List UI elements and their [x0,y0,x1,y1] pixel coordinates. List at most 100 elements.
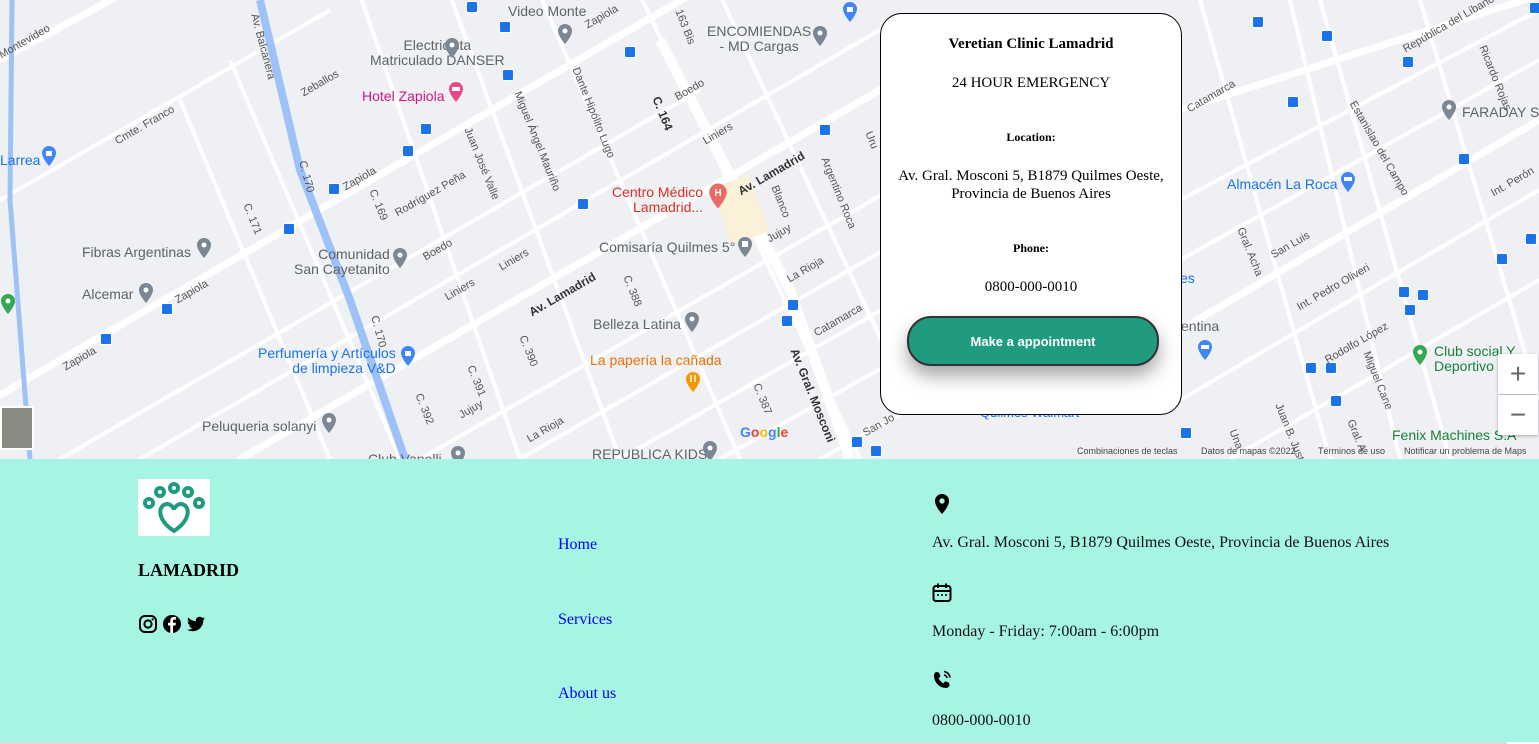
poi-paperia[interactable]: La papería la cañada [590,353,722,368]
bus-stop-icon[interactable] [100,333,112,345]
restaurant-pin-icon[interactable] [685,372,701,392]
poi-almacen-la-roca[interactable]: Almacén La Roca [1227,177,1338,192]
poi-republica-kids[interactable]: REPUBLICA KIDS [592,447,707,460]
bus-stop-icon[interactable] [1321,30,1333,42]
hotel-pin-icon[interactable] [448,82,464,102]
map-pin-icon[interactable] [812,26,828,46]
brand-name: LAMADRID [138,560,239,580]
poi-club-vanelli[interactable]: Club Vanelli [368,452,442,460]
site-footer: LAMADRID Home Services About us Av. Gral… [0,459,1539,742]
poi-centro-medico[interactable]: Centro Médico Lamadrid... [612,185,703,215]
poi-label: Almacén La Roca [1227,176,1338,192]
calendar-icon [932,583,952,602]
google-logo-letter: g [768,424,777,440]
park-pin-icon[interactable] [0,294,16,314]
satellite-layer-thumbnail[interactable] [0,406,34,450]
poi-label: La papería la cañada [590,352,722,368]
footer-phone: 0800-000-0010 [932,712,1031,729]
map-pin-icon[interactable] [702,441,718,459]
google-map[interactable]: Electricista Matriculado DANSER Video Mo… [0,0,1539,459]
bus-stop-icon[interactable] [1458,153,1470,165]
make-appointment-button[interactable]: Make a appointment [907,316,1159,366]
map-pin-icon[interactable] [1441,100,1457,120]
bus-stop-icon[interactable] [1398,286,1410,298]
bus-stop-icon[interactable] [1525,233,1537,245]
nav-home-link[interactable]: Home [558,536,597,554]
map-pin-icon[interactable] [392,248,408,268]
terms-link[interactable]: Términos de uso [1318,446,1385,456]
bus-stop-icon[interactable] [420,123,432,135]
poi-label: Comisaría Quilmes 5° [599,239,736,255]
map-pin-icon[interactable] [138,283,154,303]
shopping-pin-icon[interactable] [842,2,858,22]
bus-stop-icon[interactable] [1417,289,1429,301]
bus-stop-icon[interactable] [1305,362,1317,374]
shopping-cart-pin-icon[interactable] [1197,340,1213,360]
poi-label: Belleza Latina [593,316,681,332]
twitter-icon[interactable] [186,614,206,634]
bus-stop-icon[interactable] [1252,16,1264,28]
map-pin-icon[interactable] [321,413,337,433]
bus-stop-icon[interactable] [328,183,340,195]
poi-hotel-zapiola[interactable]: Hotel Zapiola [362,89,445,104]
bus-stop-icon[interactable] [781,315,793,327]
footer-address: Av. Gral. Mosconi 5, B1879 Quilmes Oeste… [932,534,1390,551]
bus-stop-icon[interactable] [1529,2,1539,14]
poi-belleza-latina[interactable]: Belleza Latina [593,317,681,332]
shopping-pin-icon[interactable] [400,346,416,366]
nav-services-link[interactable]: Services [558,611,612,629]
bus-stop-icon[interactable] [1287,96,1299,108]
poi-encomiendas[interactable]: ENCOMIENDAS - MD Cargas [707,24,811,54]
zoom-out-button[interactable]: − [1498,395,1538,435]
bus-stop-icon[interactable] [1180,427,1192,439]
zoom-in-button[interactable]: + [1498,354,1538,394]
shopping-pin-icon[interactable] [41,146,57,166]
poi-label: Peluqueria solanyi [202,418,317,434]
poi-label: Comunidad San Cayetanito [294,246,390,277]
bus-stop-icon[interactable] [1404,304,1416,316]
bus-stop-icon[interactable] [851,436,863,448]
facebook-icon[interactable] [162,614,182,634]
poi-label: Perfumería y Artículos de limpieza V&D [258,345,396,376]
map-pin-icon[interactable] [557,24,573,44]
poi-peluqueria[interactable]: Peluqueria solanyi [202,419,316,434]
report-problem-link[interactable]: Notificar un problema de Maps [1404,446,1527,456]
shopping-cart-pin-icon[interactable] [1340,172,1356,192]
hospital-pin-icon[interactable]: H [708,183,728,209]
bus-stop-icon[interactable] [499,21,511,33]
map-pin-icon[interactable] [444,38,460,58]
police-pin-icon[interactable] [737,237,753,257]
poi-label: Centro Médico Lamadrid... [612,184,704,215]
poi-perfumeria[interactable]: Perfumería y Artículos de limpieza V&D [258,346,396,376]
poi-san-cayetanito[interactable]: Comunidad San Cayetanito [294,247,390,277]
bus-stop-icon[interactable] [161,303,173,315]
instagram-icon[interactable] [138,614,158,634]
poi-alcemar[interactable]: Alcemar [82,287,133,302]
bus-stop-icon[interactable] [1330,395,1342,407]
bus-stop-icon[interactable] [819,124,831,136]
bus-stop-icon[interactable] [1402,56,1414,68]
bus-stop-icon[interactable] [870,445,882,457]
map-pin-icon[interactable] [450,446,466,459]
map-pin-icon[interactable] [684,312,700,332]
bus-stop-icon[interactable] [577,198,589,210]
bus-stop-icon[interactable] [502,69,514,81]
poi-video-monte[interactable]: Video Monte [508,4,586,19]
poi-entina[interactable]: entina [1181,319,1219,334]
bus-stop-icon[interactable] [787,299,799,311]
map-pin-icon[interactable] [196,238,212,258]
nav-about-link[interactable]: About us [558,685,616,703]
bus-stop-icon[interactable] [1496,253,1508,265]
bus-stop-icon[interactable] [283,223,295,235]
poi-es[interactable]: es [1180,271,1195,286]
bus-stop-icon[interactable] [466,1,478,13]
poi-larrea[interactable]: Larrea [0,153,40,168]
bus-stop-icon[interactable] [624,46,636,58]
poi-danser[interactable]: Electricista Matriculado DANSER [370,38,505,68]
poi-comisaria[interactable]: Comisaría Quilmes 5° [599,240,735,255]
paw-heart-logo-icon[interactable] [138,479,210,536]
keyboard-shortcuts-link[interactable]: Combinaciones de teclas [1077,446,1178,456]
bus-stop-icon[interactable] [402,145,414,157]
park-pin-icon[interactable] [1412,345,1428,365]
poi-fibras-argentinas[interactable]: Fibras Argentinas [82,245,191,260]
